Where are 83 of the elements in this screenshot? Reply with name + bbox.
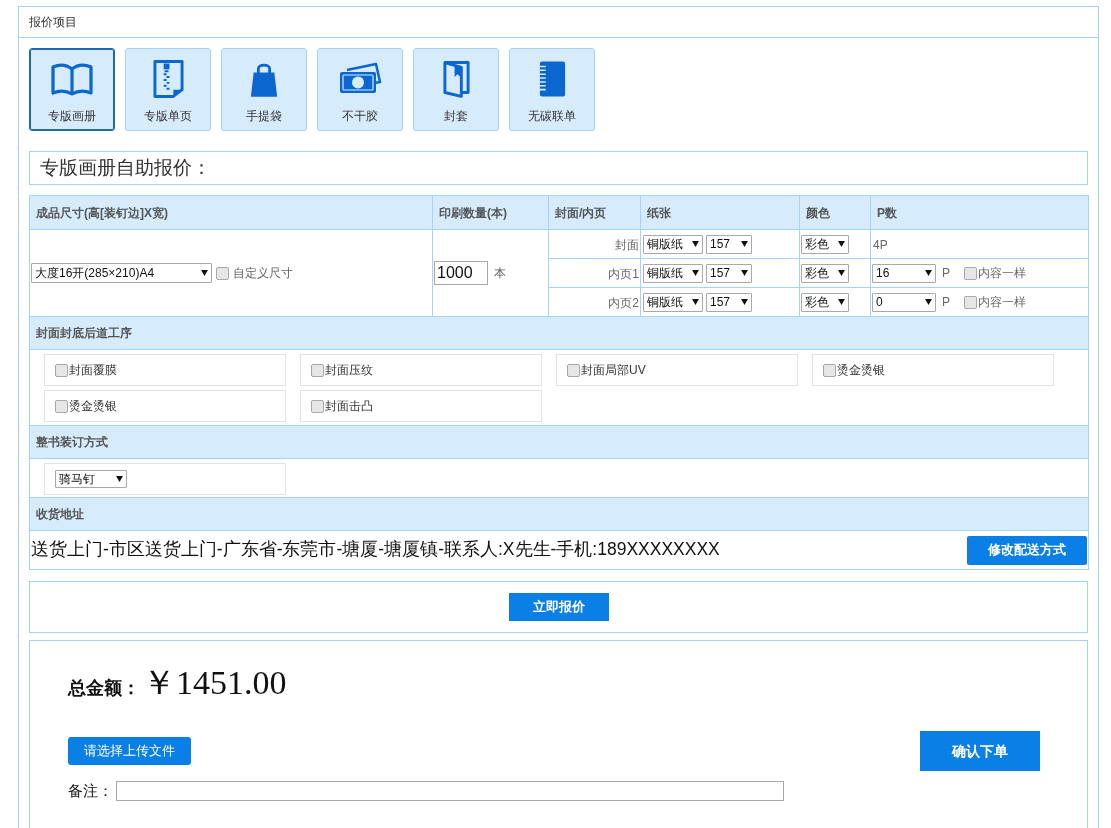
total-amount: ￥1451.00 — [142, 663, 287, 703]
checkbox[interactable] — [55, 363, 68, 377]
dropdown[interactable]: 铜版纸 — [643, 292, 703, 312]
caret-icon — [741, 299, 748, 305]
checkbox-label: 封面局部UV — [581, 362, 646, 379]
checkbox[interactable] — [567, 363, 580, 377]
page-count: 4P — [872, 238, 888, 252]
section-header: 整书装订方式 — [29, 425, 1089, 459]
caret-icon — [838, 299, 845, 305]
quote-heading: 专版画册自助报价： — [29, 151, 1088, 185]
checkbox-label: 烫金烫银 — [837, 362, 885, 379]
confirm-order-button[interactable]: 确认下单 — [920, 731, 1040, 771]
checkbox[interactable] — [311, 399, 324, 413]
checkbox[interactable] — [964, 295, 977, 309]
dropdown[interactable]: 16 — [872, 263, 936, 283]
total-label: 总金额： — [68, 677, 140, 700]
row-label: 封面 — [615, 238, 639, 252]
checkbox-label: 自定义尺寸 — [233, 265, 293, 282]
column-header: P数 — [870, 195, 1089, 230]
banknotes-icon — [338, 62, 382, 96]
panel-title: 报价项目 — [19, 7, 1098, 38]
checkbox[interactable] — [55, 399, 68, 413]
section-header: 封面封底后道工序 — [29, 316, 1089, 350]
caret-icon — [838, 241, 845, 247]
address-text: 送货上门-市区送货上门-广东省-东莞市-塘厦-塘厦镇-联系人:X先生-手机:189XXXXXXXX — [31, 538, 720, 561]
dropdown[interactable]: 彩色 — [801, 234, 849, 254]
dropdown[interactable]: 157 — [706, 263, 752, 283]
product-tile[interactable]: 专版单页 — [125, 48, 211, 131]
dropdown[interactable]: 铜版纸 — [643, 263, 703, 283]
quantity-input[interactable]: 1000 — [434, 261, 488, 285]
row-label: 内页2 — [608, 296, 639, 310]
remark-input[interactable] — [116, 781, 784, 801]
caret-icon — [925, 299, 932, 305]
section-header: 收货地址 — [29, 497, 1089, 531]
checkbox-label: 封面覆膜 — [69, 362, 117, 379]
product-tile[interactable]: 封套 — [413, 48, 499, 131]
dropdown[interactable]: 大度16开(285×210)A4 — [31, 263, 212, 283]
unit-label: P — [942, 294, 950, 311]
column-header: 印刷数量(本) — [432, 195, 549, 230]
get-quote-button[interactable]: 立即报价 — [508, 593, 609, 621]
checkbox[interactable] — [216, 266, 229, 280]
checkbox-label: 内容一样 — [978, 265, 1026, 282]
caret-icon — [201, 270, 208, 276]
dropdown[interactable]: 骑马钉 — [55, 470, 127, 488]
caret-icon — [741, 241, 748, 247]
notebook-icon — [537, 59, 567, 99]
checkbox[interactable] — [311, 363, 324, 377]
unit-label: P — [942, 265, 950, 282]
dropdown[interactable]: 彩色 — [801, 292, 849, 312]
dropdown[interactable]: 157 — [706, 292, 752, 312]
booklet-icon — [441, 59, 471, 99]
caret-icon — [692, 241, 699, 247]
caret-icon — [838, 270, 845, 276]
caret-icon — [741, 270, 748, 276]
caret-icon — [116, 476, 123, 482]
open-book-icon — [50, 62, 94, 96]
product-tile[interactable]: 不干胶 — [317, 48, 403, 131]
checkbox-label: 封面击凸 — [325, 398, 373, 415]
checkbox[interactable] — [964, 266, 977, 280]
dropdown[interactable]: 0 — [872, 292, 936, 312]
row-label: 内页1 — [608, 267, 639, 281]
remark-label: 备注： — [68, 780, 114, 801]
column-header: 纸张 — [640, 195, 800, 230]
zipper-file-icon — [152, 59, 184, 99]
product-tile[interactable]: 专版画册 — [29, 48, 115, 131]
change-delivery-button[interactable]: 修改配送方式 — [967, 535, 1087, 565]
checkbox[interactable] — [823, 363, 836, 377]
checkbox-label: 内容一样 — [978, 294, 1026, 311]
checkbox-label: 封面压纹 — [325, 362, 373, 379]
dropdown[interactable]: 彩色 — [801, 263, 849, 283]
dropdown[interactable]: 157 — [706, 234, 752, 254]
caret-icon — [692, 270, 699, 276]
upload-file-button[interactable]: 请选择上传文件 — [68, 737, 191, 765]
column-header: 封面/内页 — [548, 195, 641, 230]
caret-icon — [925, 270, 932, 276]
column-header: 成品尺寸(高[装钉边]X宽) — [29, 195, 433, 230]
column-header: 颜色 — [799, 195, 871, 230]
checkbox-label: 烫金烫银 — [69, 398, 117, 415]
caret-icon — [692, 299, 699, 305]
dropdown[interactable]: 铜版纸 — [643, 234, 703, 254]
product-tile[interactable]: 无碳联单 — [509, 48, 595, 131]
product-tile[interactable]: 手提袋 — [221, 48, 307, 131]
unit-label: 本 — [494, 265, 506, 282]
